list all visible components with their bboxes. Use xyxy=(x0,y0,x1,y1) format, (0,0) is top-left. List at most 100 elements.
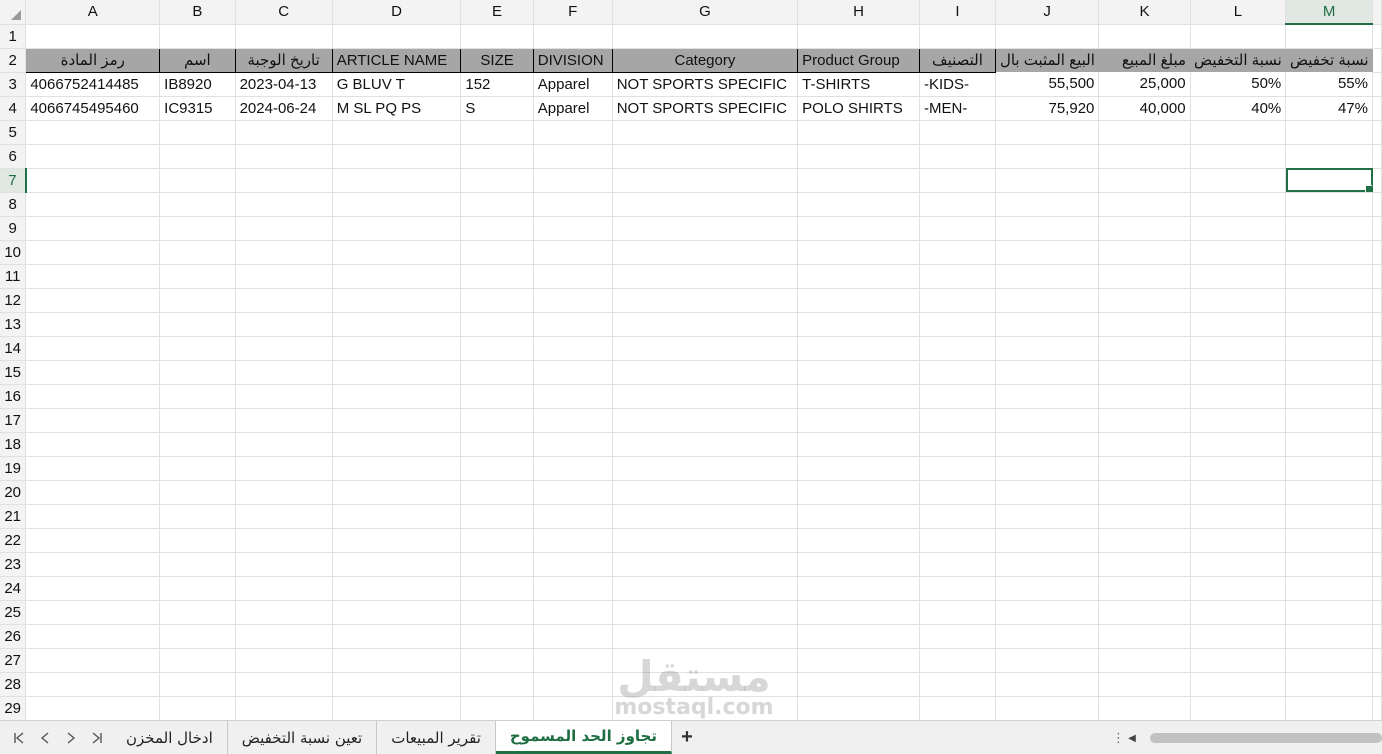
cell-m17[interactable] xyxy=(1285,408,1373,433)
cell-d27[interactable] xyxy=(332,648,462,673)
cell-i26[interactable] xyxy=(919,624,996,649)
cell-n15[interactable] xyxy=(1372,360,1382,385)
cell-h25[interactable] xyxy=(797,600,921,625)
cell-h26[interactable] xyxy=(797,624,921,649)
cell-j19[interactable] xyxy=(995,456,1100,481)
cell-e14[interactable] xyxy=(460,336,534,361)
row-header-20[interactable]: 20 xyxy=(0,480,27,505)
cell-c17[interactable] xyxy=(235,408,333,433)
cell-k12[interactable] xyxy=(1098,288,1191,313)
cell-l16[interactable] xyxy=(1190,384,1287,409)
cell-j23[interactable] xyxy=(995,552,1100,577)
cell-a10[interactable] xyxy=(25,240,161,265)
cell-b6[interactable] xyxy=(159,144,236,169)
cell-i29[interactable] xyxy=(919,696,996,720)
cell-f24[interactable] xyxy=(533,576,613,601)
column-header-i[interactable]: I xyxy=(919,0,996,25)
cell-b18[interactable] xyxy=(159,432,236,457)
cell-g13[interactable] xyxy=(612,312,799,337)
row-header-3[interactable]: 3 xyxy=(0,72,27,97)
cell-a17[interactable] xyxy=(25,408,161,433)
cell-i13[interactable] xyxy=(919,312,996,337)
cell-b7[interactable] xyxy=(159,168,236,193)
row-header-28[interactable]: 28 xyxy=(0,672,27,697)
cell-d10[interactable] xyxy=(332,240,462,265)
cell-b19[interactable] xyxy=(159,456,236,481)
cell-g23[interactable] xyxy=(612,552,799,577)
cell-d25[interactable] xyxy=(332,600,462,625)
cell-i20[interactable] xyxy=(919,480,996,505)
row-header-8[interactable]: 8 xyxy=(0,192,27,217)
cell-g1[interactable] xyxy=(612,24,799,49)
cell-b8[interactable] xyxy=(159,192,236,217)
table-cell[interactable]: 40,000 xyxy=(1098,96,1191,121)
cell-k7[interactable] xyxy=(1098,168,1191,193)
cell-h29[interactable] xyxy=(797,696,921,720)
cell-h8[interactable] xyxy=(797,192,921,217)
column-header-d[interactable]: D xyxy=(332,0,462,25)
cell-e26[interactable] xyxy=(460,624,534,649)
row-header-14[interactable]: 14 xyxy=(0,336,27,361)
cell-d7[interactable] xyxy=(332,168,462,193)
cell-e9[interactable] xyxy=(460,216,534,241)
cell-m8[interactable] xyxy=(1285,192,1373,217)
cell-d1[interactable] xyxy=(332,24,462,49)
cell-f12[interactable] xyxy=(533,288,613,313)
cell-e29[interactable] xyxy=(460,696,534,720)
cell-k17[interactable] xyxy=(1098,408,1191,433)
cell-g17[interactable] xyxy=(612,408,799,433)
header-cell-a[interactable]: رمز المادة xyxy=(25,47,161,73)
cell-h10[interactable] xyxy=(797,240,921,265)
cell-n1[interactable] xyxy=(1372,24,1382,49)
cell-h23[interactable] xyxy=(797,552,921,577)
cell-a24[interactable] xyxy=(25,576,161,601)
cell-n28[interactable] xyxy=(1372,672,1382,697)
cell-n2[interactable] xyxy=(1372,48,1382,73)
cell-l11[interactable] xyxy=(1190,264,1287,289)
cell-l28[interactable] xyxy=(1190,672,1287,697)
row-header-17[interactable]: 17 xyxy=(0,408,27,433)
cell-h7[interactable] xyxy=(797,168,921,193)
row-header-27[interactable]: 27 xyxy=(0,648,27,673)
table-cell[interactable]: 152 xyxy=(460,72,534,97)
cell-l15[interactable] xyxy=(1190,360,1287,385)
cell-a26[interactable] xyxy=(25,624,161,649)
cell-e15[interactable] xyxy=(460,360,534,385)
row-header-25[interactable]: 25 xyxy=(0,600,27,625)
cell-i15[interactable] xyxy=(919,360,996,385)
column-header-k[interactable]: K xyxy=(1098,0,1191,25)
row-header-6[interactable]: 6 xyxy=(0,144,27,169)
row-header-7[interactable]: 7 xyxy=(0,168,27,193)
cell-d19[interactable] xyxy=(332,456,462,481)
cell-f19[interactable] xyxy=(533,456,613,481)
cell-c19[interactable] xyxy=(235,456,333,481)
cell-d18[interactable] xyxy=(332,432,462,457)
cell-m26[interactable] xyxy=(1285,624,1373,649)
cell-f14[interactable] xyxy=(533,336,613,361)
row-header-10[interactable]: 10 xyxy=(0,240,27,265)
table-cell[interactable]: 55% xyxy=(1285,72,1373,97)
cell-l6[interactable] xyxy=(1190,144,1287,169)
cell-d17[interactable] xyxy=(332,408,462,433)
row-header-12[interactable]: 12 xyxy=(0,288,27,313)
cell-a18[interactable] xyxy=(25,432,161,457)
cell-f5[interactable] xyxy=(533,120,613,145)
cell-m27[interactable] xyxy=(1285,648,1373,673)
cell-d26[interactable] xyxy=(332,624,462,649)
cell-f27[interactable] xyxy=(533,648,613,673)
table-cell[interactable]: 25,000 xyxy=(1098,72,1191,97)
cell-i10[interactable] xyxy=(919,240,996,265)
table-cell[interactable]: 47% xyxy=(1285,96,1373,121)
cell-e12[interactable] xyxy=(460,288,534,313)
cell-b16[interactable] xyxy=(159,384,236,409)
cell-d14[interactable] xyxy=(332,336,462,361)
cell-i28[interactable] xyxy=(919,672,996,697)
cell-c29[interactable] xyxy=(235,696,333,720)
cell-n8[interactable] xyxy=(1372,192,1382,217)
cell-m21[interactable] xyxy=(1285,504,1373,529)
column-header-n[interactable] xyxy=(1372,0,1382,25)
cell-j27[interactable] xyxy=(995,648,1100,673)
table-cell[interactable]: 4066752414485 xyxy=(25,72,161,97)
cell-e27[interactable] xyxy=(460,648,534,673)
cell-b27[interactable] xyxy=(159,648,236,673)
